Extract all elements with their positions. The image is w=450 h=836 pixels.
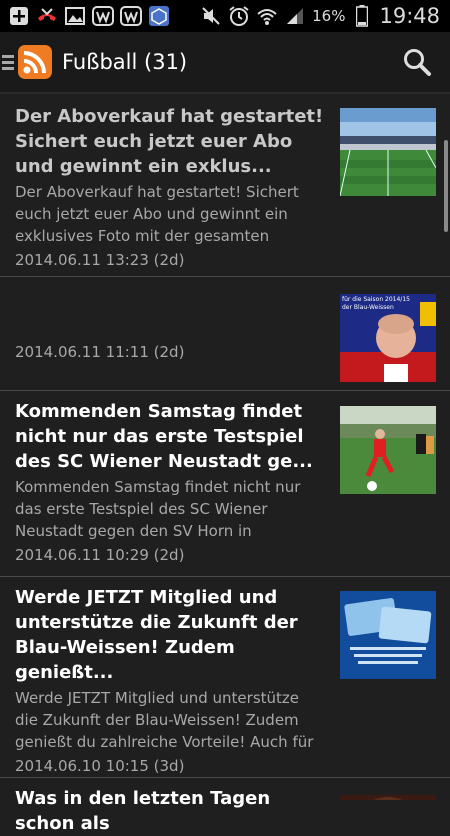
item-thumbnail: [340, 790, 436, 800]
item-summary: Kommenden Samstag findet nicht nur das e…: [15, 478, 301, 540]
item-thumbnail: [340, 406, 436, 494]
image-icon: [64, 6, 86, 26]
item-date: 2014.06.11 10:29 (2d): [15, 546, 185, 564]
mute-icon: [200, 6, 222, 26]
page-title: Fußball (31): [62, 50, 188, 74]
rss-icon[interactable]: [18, 45, 52, 79]
missed-call-icon: [36, 6, 58, 26]
list-item[interactable]: Werde JETZT Mitglied und unterstütze die…: [0, 577, 450, 778]
wifi-icon: [256, 6, 278, 26]
signal-icon: [284, 6, 306, 26]
drawer-toggle-icon[interactable]: [2, 54, 14, 70]
item-summary: Der Aboverkauf hat gestartet! Sichert eu…: [15, 183, 299, 245]
action-bar: Fußball (31): [0, 32, 450, 94]
battery-percent: 16%: [312, 7, 346, 25]
item-title: Kommenden Samstag findet nicht nur das e…: [15, 401, 313, 472]
list-item[interactable]: Der Aboverkauf hat gestartet! Sichert eu…: [0, 94, 450, 277]
thumb-caption: für die Saison 2014/15 der Blau-Weissen: [342, 296, 410, 311]
item-date: 2014.06.10 10:15 (3d): [15, 757, 185, 775]
item-thumbnail: [340, 108, 436, 196]
search-icon[interactable]: [402, 47, 432, 77]
list-item[interactable]: 2014.06.11 11:11 (2d) für die Saison 201…: [0, 277, 450, 391]
item-summary: Werde JETZT Mitglied und unterstütze die…: [15, 689, 314, 751]
item-title: Der Aboverkauf hat gestartet! Sichert eu…: [15, 106, 324, 177]
battery-icon: [351, 5, 373, 27]
clock: 19:48: [379, 4, 440, 28]
app-cube-icon: [148, 6, 170, 26]
app-w-icon: [120, 6, 142, 26]
alarm-icon: [228, 6, 250, 26]
item-title: Werde JETZT Mitglied und unterstütze die…: [15, 587, 298, 683]
list-item[interactable]: Kommenden Samstag findet nicht nur das e…: [0, 391, 450, 577]
app-w-icon: [92, 6, 114, 26]
item-title: Was in den letzten Tagen schon als: [15, 788, 271, 834]
item-thumbnail: für die Saison 2014/15 der Blau-Weissen: [340, 294, 436, 382]
item-date: 2014.06.11 13:23 (2d): [15, 251, 185, 269]
list-item[interactable]: Was in den letzten Tagen schon als: [0, 778, 450, 834]
scrollbar[interactable]: [444, 140, 448, 232]
item-date: 2014.06.11 11:11 (2d): [15, 343, 185, 361]
status-bar: 16% 19:48: [0, 0, 450, 32]
item-thumbnail: [340, 591, 436, 679]
add-notification-icon: [8, 6, 30, 26]
